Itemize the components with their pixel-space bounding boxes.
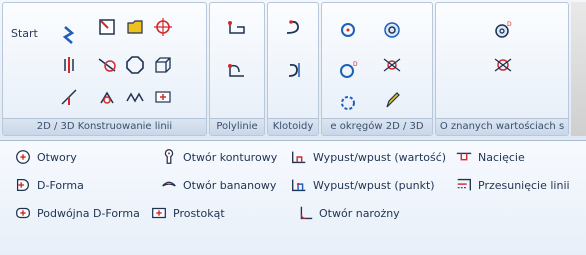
double-d-shape-icon: [16, 207, 30, 219]
triangle-circle-icon[interactable]: [95, 85, 119, 109]
tool-label: Nacięcie: [478, 150, 525, 164]
tool-label: Podwójna D-Forma: [37, 206, 140, 220]
ribbon-tool-list: Otwory D-Forma Podwójna D-Forma Prostoką…: [0, 141, 586, 255]
circle-diameter-icon[interactable]: D: [336, 58, 360, 82]
ribbon-right-edge: [571, 2, 586, 136]
tool-d-forma[interactable]: D-Forma: [14, 175, 84, 195]
d-shape-icon: [16, 178, 29, 192]
angled-line-icon[interactable]: [57, 85, 81, 109]
line-offset-icon: [457, 178, 471, 191]
group-line-construction: Start 2D / 3D Konstruowanie linii: [2, 2, 207, 136]
pencil-icon[interactable]: [380, 88, 404, 112]
tool-przesuniecie-linii[interactable]: Przesunięcie linii: [455, 175, 570, 195]
polyline-start-icon[interactable]: [225, 15, 249, 39]
tongue-value-icon: [292, 151, 306, 164]
rectangle-icon: [152, 207, 166, 219]
tool-wypust-punkt[interactable]: Wypust/wpust (punkt): [290, 175, 435, 195]
tongue-point-icon: [292, 179, 306, 192]
wave-line-icon[interactable]: [123, 85, 147, 109]
box-3d-icon[interactable]: [151, 53, 175, 77]
tool-label: Otwory: [37, 150, 77, 164]
tool-label: Prostokąt: [173, 206, 225, 220]
keyhole-icon: [164, 149, 174, 164]
tool-prostokat[interactable]: Prostokąt: [150, 203, 225, 223]
group-polylines: Polylinie: [209, 2, 265, 136]
small-hole-icon[interactable]: [151, 85, 175, 109]
banana-slot-icon: [162, 181, 176, 187]
polyline-curve-icon[interactable]: [225, 58, 249, 82]
tool-label: D-Forma: [37, 178, 84, 192]
svg-text:D: D: [353, 61, 358, 68]
group-known-values: D O znanych wartościach s: [435, 2, 569, 136]
tool-label: Wypust/wpust (wartość): [313, 150, 447, 164]
perpendicular-line-icon[interactable]: [57, 53, 81, 77]
group-circles: D e okręgów 2D / 3D: [321, 2, 433, 136]
circle-tangent-icon[interactable]: [380, 53, 404, 77]
svg-text:D: D: [507, 21, 512, 28]
group-label-known-values: O znanych wartościach s: [436, 118, 568, 135]
group-label-circles: e okręgów 2D / 3D: [322, 118, 432, 135]
tool-naciecie[interactable]: Nacięcie: [455, 147, 525, 167]
circle-dashed-icon[interactable]: [336, 91, 360, 115]
group-label-polylines: Polylinie: [210, 118, 264, 135]
tool-wypust-wartosc[interactable]: Wypust/wpust (wartość): [290, 147, 446, 167]
hole-icon: [16, 150, 30, 164]
tool-label: Otwór bananowy: [183, 178, 277, 192]
zigzag-start-icon[interactable]: [57, 23, 81, 47]
tool-otwor-bananowy[interactable]: Otwór bananowy: [160, 175, 276, 195]
notch-icon: [456, 152, 472, 161]
tool-label: Otwór narożny: [319, 206, 400, 220]
tool-otwor-konturowy[interactable]: Otwór konturowy: [160, 147, 277, 167]
tool-label: Wypust/wpust (punkt): [313, 178, 435, 192]
corner-hole-icon: [300, 206, 313, 220]
circle-center-icon[interactable]: [336, 18, 360, 42]
octagon-icon[interactable]: [123, 53, 147, 77]
tool-label: Przesunięcie linii: [478, 178, 570, 192]
tool-label: Otwór konturowy: [183, 150, 278, 164]
circle-known-value-icon[interactable]: D: [491, 18, 515, 42]
tangent-circle-icon[interactable]: [95, 53, 119, 77]
group-label-clothoids: Klotoidy: [268, 118, 318, 135]
tool-otwor-narozny[interactable]: Otwór narożny: [296, 203, 400, 223]
start-label: Start: [11, 27, 38, 40]
clothoid-icon[interactable]: [281, 15, 305, 39]
ribbon-top: Start 2D / 3D Konstruowanie linii Polyli…: [0, 0, 586, 141]
clothoid-reverse-icon[interactable]: [281, 58, 305, 82]
crosshair-circle-icon[interactable]: [151, 15, 175, 39]
rectangle-corner-icon[interactable]: [95, 15, 119, 39]
group-clothoids: Klotoidy: [267, 2, 319, 136]
folder-shape-icon[interactable]: [123, 15, 147, 39]
tool-otwory[interactable]: Otwory: [14, 147, 77, 167]
circle-double-icon[interactable]: [380, 18, 404, 42]
group-label-line-construction: 2D / 3D Konstruowanie linii: [3, 118, 206, 135]
tool-podwojna-d-forma[interactable]: Podwójna D-Forma: [14, 203, 140, 223]
circle-radius-icon[interactable]: [491, 53, 515, 77]
